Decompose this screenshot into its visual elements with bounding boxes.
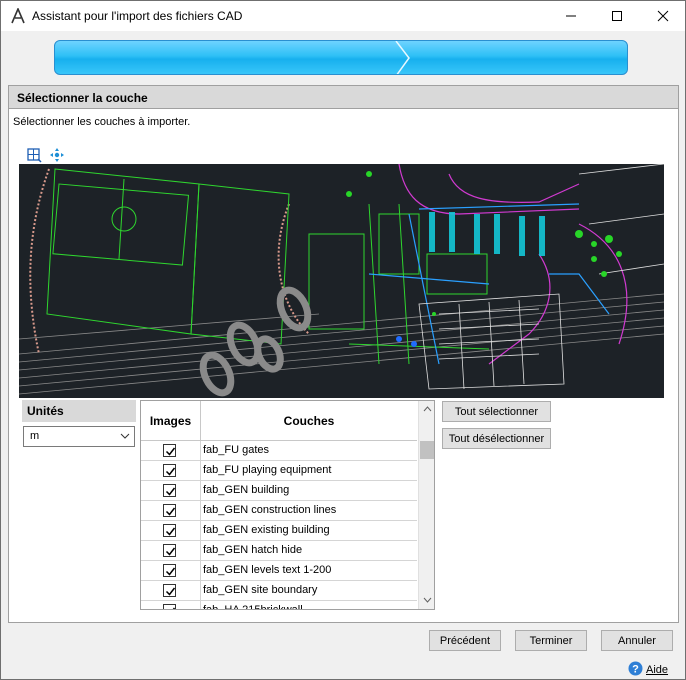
close-button[interactable] [640,1,686,31]
instructions-text: Sélectionner les couches à importer. [13,116,191,128]
layer-image-cell [141,561,201,581]
layer-checkbox[interactable] [163,464,176,477]
layer-checkbox[interactable] [163,444,176,457]
cad-drawing [19,164,664,397]
layer-checkbox[interactable] [163,584,176,597]
units-label: Unités [27,404,64,418]
layer-name: fab_GEN construction lines [203,504,337,516]
help-link[interactable]: Aide [646,664,668,676]
wizard-progress-bar [54,40,628,75]
maximize-icon [612,11,622,21]
layer-name: fab_GEN levels text 1-200 [203,564,332,576]
layer-checkbox[interactable] [163,484,176,497]
layer-image-cell [141,461,201,481]
layers-scrollbar[interactable] [418,401,434,609]
images-column-header[interactable]: Images [141,401,201,441]
layer-image-cell [141,481,201,501]
window-title: Assistant pour l'import des fichiers CAD [32,9,243,23]
checkmark-icon [165,527,176,536]
layer-image-cell [141,581,201,601]
layer-selection-panel: Sélectionner la couche Sélectionner les … [8,85,679,623]
layer-image-cell [141,541,201,561]
layer-image-cell [141,501,201,521]
layer-row[interactable]: fab_FU playing equipment [141,461,417,481]
app-logo-icon [11,8,25,24]
checkmark-icon [165,467,176,476]
layer-name: fab_FU gates [203,444,270,456]
chevron-down-icon [120,433,130,439]
layers-grid: Images Couches fab_FU gates fab_FU playin… [140,400,435,610]
select-all-button[interactable]: Tout sélectionner [442,401,551,422]
units-selected-value: m [30,430,40,442]
previous-button[interactable]: Précédent [429,630,501,651]
cancel-button[interactable]: Annuler [601,630,673,651]
layers-column-header[interactable]: Couches [201,401,417,441]
finish-button[interactable]: Terminer [515,630,587,651]
layer-row[interactable]: fab_GEN building [141,481,417,501]
layer-image-cell [141,521,201,541]
deselect-all-button[interactable]: Tout désélectionner [442,428,551,449]
layer-row[interactable]: fab_GEN existing building [141,521,417,541]
layer-name: fab_GEN building [203,484,290,496]
checkmark-icon [165,487,176,496]
layers-grid-body: fab_FU gates fab_FU playing equipment fab_… [141,441,417,610]
layer-checkbox[interactable] [163,544,176,557]
layer-image-cell [141,601,201,609]
layer-row[interactable]: fab_HA 215brickwall [141,601,417,610]
scrollbar-thumb[interactable] [420,441,434,459]
layer-name: fab_HA 215brickwall [203,604,303,610]
minimize-button[interactable] [548,1,594,31]
minimize-icon [566,15,576,17]
layer-name: fab_GEN site boundary [203,584,318,596]
layer-row[interactable]: fab_GEN site boundary [141,581,417,601]
section-header: Sélectionner la couche [9,86,678,109]
layer-checkbox[interactable] [163,504,176,517]
layer-row[interactable]: fab_GEN levels text 1-200 [141,561,417,581]
svg-text:?: ? [632,664,639,676]
layer-name: fab_FU playing equipment [203,464,332,476]
layer-row[interactable]: fab_GEN construction lines [141,501,417,521]
scroll-down-icon[interactable] [423,597,432,604]
pan-icon[interactable] [49,147,65,163]
layer-image-cell [141,441,201,461]
layer-checkbox[interactable] [163,564,176,577]
units-dropdown[interactable]: m [23,426,135,447]
help-icon[interactable]: ? [628,661,643,676]
section-title: Sélectionner la couche [17,91,148,105]
layer-row[interactable]: fab_FU gates [141,441,417,461]
scroll-up-icon[interactable] [423,405,432,412]
cad-preview-canvas[interactable] [19,164,664,398]
layer-checkbox[interactable] [163,604,176,609]
checkmark-icon [172,607,176,609]
checkmark-icon [165,507,176,516]
checkmark-icon [165,587,176,596]
maximize-button[interactable] [594,1,640,31]
title-bar: Assistant pour l'import des fichiers CAD [1,1,685,31]
layer-name: fab_GEN hatch hide [203,544,303,556]
checkmark-icon [165,567,176,576]
step-separator-chevron-icon [395,41,410,74]
zoom-extents-icon[interactable] [26,147,42,163]
layer-checkbox[interactable] [163,524,176,537]
close-icon [657,10,669,22]
layer-row[interactable]: fab_GEN hatch hide [141,541,417,561]
checkmark-icon [165,447,176,456]
layers-grid-header: Images Couches [141,401,417,441]
cad-import-wizard-window: Assistant pour l'import des fichiers CAD… [0,0,686,680]
checkmark-icon [165,547,176,556]
layer-name: fab_GEN existing building [203,524,330,536]
